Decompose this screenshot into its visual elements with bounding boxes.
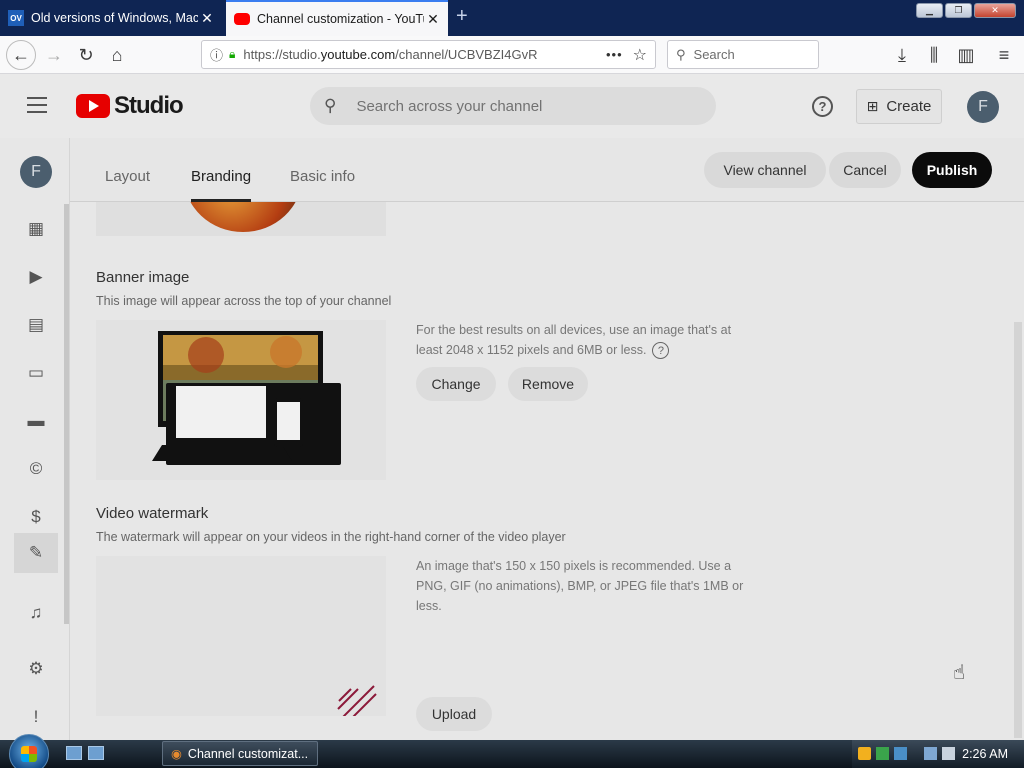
audio-library-icon[interactable]: ♫	[24, 601, 48, 625]
banner-requirements-text: For the best results on all devices, use…	[416, 320, 751, 360]
browser-navbar: ← → ↻ ⌂ ⓘ 🔒︎ https://studio.youtube.com/…	[0, 36, 1024, 74]
show-desktop-icon[interactable]	[66, 746, 82, 760]
display-icon[interactable]	[894, 747, 907, 760]
start-button[interactable]	[9, 734, 49, 768]
video-player-illustration	[337, 685, 377, 719]
banner-section-description: This image will appear across the top of…	[96, 294, 392, 308]
youtube-favicon-icon	[234, 13, 250, 25]
settings-icon[interactable]: ⚙	[24, 657, 48, 681]
customization-icon[interactable]: ✎	[14, 533, 58, 573]
url-bar[interactable]: ⓘ 🔒︎ https://studio.youtube.com/channel/…	[201, 40, 656, 69]
reload-icon[interactable]: ↻	[72, 42, 100, 68]
remove-banner-button[interactable]: Remove	[508, 367, 588, 401]
windows-taskbar: ◉ Channel customizat... 2:26 AM	[0, 734, 1024, 768]
customization-tabs: Layout Branding Basic info View channel …	[70, 138, 1024, 202]
account-avatar[interactable]: F	[967, 91, 999, 123]
banner-section-title: Banner image	[96, 269, 190, 286]
lock-icon: 🔒︎	[229, 47, 236, 61]
search-icon: ⚲	[324, 96, 337, 115]
channel-avatar[interactable]: F	[20, 156, 52, 188]
watermark-section-description: The watermark will appear on your videos…	[96, 530, 566, 544]
youtube-play-icon	[76, 94, 110, 118]
help-circle-icon[interactable]: ?	[652, 342, 670, 360]
channel-search-input[interactable]: ⚲ Search across your channel	[310, 87, 716, 125]
banner-devices-illustration	[152, 331, 341, 465]
change-banner-button[interactable]: Change	[416, 367, 496, 401]
tab-old-versions[interactable]: OV Old versions of Windows, Mac ✕	[0, 2, 222, 34]
close-tab-icon[interactable]: ✕	[424, 11, 442, 28]
help-icon[interactable]: ?	[812, 96, 833, 117]
feedback-icon[interactable]: !	[24, 705, 48, 729]
watermark-preview	[96, 556, 386, 719]
studio-header: Studio ⚲ Search across your channel ? ⊞ …	[0, 74, 1024, 138]
tab-basic-info[interactable]: Basic info	[290, 168, 355, 185]
studio-sidebar: F ▦ ▶ ▤ ▭ ▬ © $ ✎ ♫ ⚙ !	[0, 138, 70, 740]
tab-title: Channel customization - YouTube	[257, 12, 424, 26]
publish-button[interactable]: Publish	[912, 152, 992, 188]
search-icon: ⚲	[676, 46, 686, 62]
close-window-button[interactable]: ✕	[974, 3, 1016, 18]
downloads-icon[interactable]: ⤓	[888, 42, 916, 68]
branding-content: Banner image This image will appear acro…	[70, 202, 1024, 740]
banner-preview	[96, 320, 386, 480]
switch-windows-icon[interactable]	[88, 746, 104, 760]
library-icon[interactable]: ⫼	[920, 42, 948, 68]
minimize-button[interactable]: ▁	[916, 3, 943, 18]
view-channel-button[interactable]: View channel	[704, 152, 826, 188]
create-video-icon: ⊞	[866, 98, 879, 114]
oldversion-favicon-icon: OV	[8, 10, 24, 26]
page-scrollbar[interactable]	[1014, 322, 1022, 738]
studio-logo[interactable]: Studio	[76, 92, 184, 120]
tab-channel-customization[interactable]: Channel customization - YouTube ✕	[226, 0, 448, 36]
system-tray: 2:26 AM	[852, 740, 1024, 768]
window-controls: ▁ ❐ ✕	[916, 3, 1016, 18]
monetization-icon[interactable]: $	[24, 505, 48, 529]
hamburger-menu-icon[interactable]	[27, 97, 47, 118]
watermark-requirements-text: An image that's 150 x 150 pixels is reco…	[416, 559, 744, 613]
subtitles-icon[interactable]: ▬	[24, 409, 48, 433]
page-actions-icon[interactable]: •••	[606, 47, 623, 62]
browser-tab-strip: OV Old versions of Windows, Mac ✕ Channe…	[0, 0, 1024, 36]
network-icon[interactable]	[924, 747, 937, 760]
tab-branding[interactable]: Branding	[191, 168, 251, 185]
hand-cursor-icon: ☝	[953, 662, 966, 684]
update-icon[interactable]	[876, 747, 889, 760]
tab-title: Old versions of Windows, Mac	[31, 11, 198, 25]
comments-icon[interactable]: ▭	[24, 361, 48, 385]
forward-icon[interactable]: →	[40, 42, 68, 68]
back-icon[interactable]: ←	[6, 40, 36, 70]
sidebar-toggle-icon[interactable]: ▥	[952, 42, 980, 68]
security-shield-icon[interactable]	[858, 747, 871, 760]
bookmark-star-icon[interactable]: ☆	[633, 45, 647, 65]
new-tab-button[interactable]: +	[456, 5, 476, 28]
upload-watermark-button[interactable]: Upload	[416, 697, 492, 731]
copyright-icon[interactable]: ©	[24, 457, 48, 481]
sidebar-scrollbar[interactable]	[64, 204, 69, 624]
tab-layout[interactable]: Layout	[105, 168, 150, 185]
browser-search-input[interactable]: ⚲ Search	[667, 40, 819, 69]
dashboard-icon[interactable]: ▦	[24, 217, 48, 241]
firefox-icon: ◉	[171, 747, 182, 761]
taskbar-window-button[interactable]: ◉ Channel customizat...	[162, 741, 318, 766]
home-icon[interactable]: ⌂	[103, 42, 131, 68]
system-clock[interactable]: 2:26 AM	[962, 747, 1008, 761]
volume-muted-icon[interactable]	[942, 747, 955, 760]
analytics-icon[interactable]: ▤	[24, 313, 48, 337]
create-button[interactable]: ⊞ Create	[856, 89, 942, 124]
watermark-section-title: Video watermark	[96, 505, 209, 522]
info-icon[interactable]: ⓘ	[210, 45, 223, 64]
studio-page: Studio ⚲ Search across your channel ? ⊞ …	[0, 74, 1024, 740]
menu-icon[interactable]: ≡	[990, 42, 1018, 68]
cancel-button[interactable]: Cancel	[829, 152, 901, 188]
content-icon[interactable]: ▶	[24, 265, 48, 289]
close-tab-icon[interactable]: ✕	[198, 10, 216, 27]
url-text: https://studio.youtube.com/channel/UCBVB…	[243, 47, 538, 62]
maximize-button[interactable]: ❐	[945, 3, 972, 18]
